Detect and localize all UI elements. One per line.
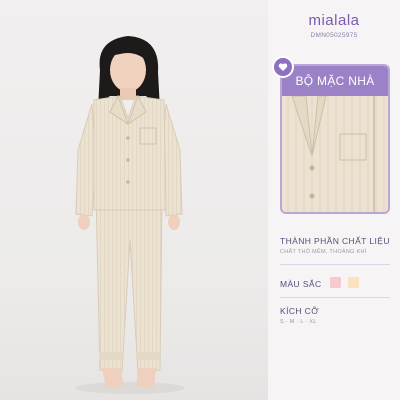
card-title: BỘ MẶC NHÀ — [282, 66, 388, 96]
model-illustration — [75, 36, 185, 394]
product-code: DMN05025975 — [310, 32, 358, 39]
divider — [280, 264, 390, 265]
sizes-values: S · M · L · XL — [280, 319, 317, 325]
product-card: BỘ MẶC NHÀ — [280, 64, 390, 214]
divider — [280, 297, 390, 298]
color-swatch-cream[interactable] — [348, 277, 359, 288]
info-panel: mialala DMN05025975 BỘ MẶC NHÀ THÀNH PHẦ… — [268, 0, 400, 400]
material-title: THÀNH PHẦN CHẤT LIỆU — [280, 236, 390, 246]
heart-badge — [272, 56, 294, 78]
color-swatch-pink[interactable] — [330, 277, 341, 288]
colors-title: MÀU SẮC — [280, 279, 322, 289]
shirt-closeup-image — [282, 96, 388, 212]
brand-logo: mialala — [308, 12, 360, 29]
sizes-title: KÍCH CỠ — [280, 306, 319, 316]
material-description: CHẤT THÔ MỀM, THOÁNG KHÍ — [280, 249, 367, 255]
heart-icon — [278, 63, 288, 71]
product-photo — [0, 0, 268, 400]
